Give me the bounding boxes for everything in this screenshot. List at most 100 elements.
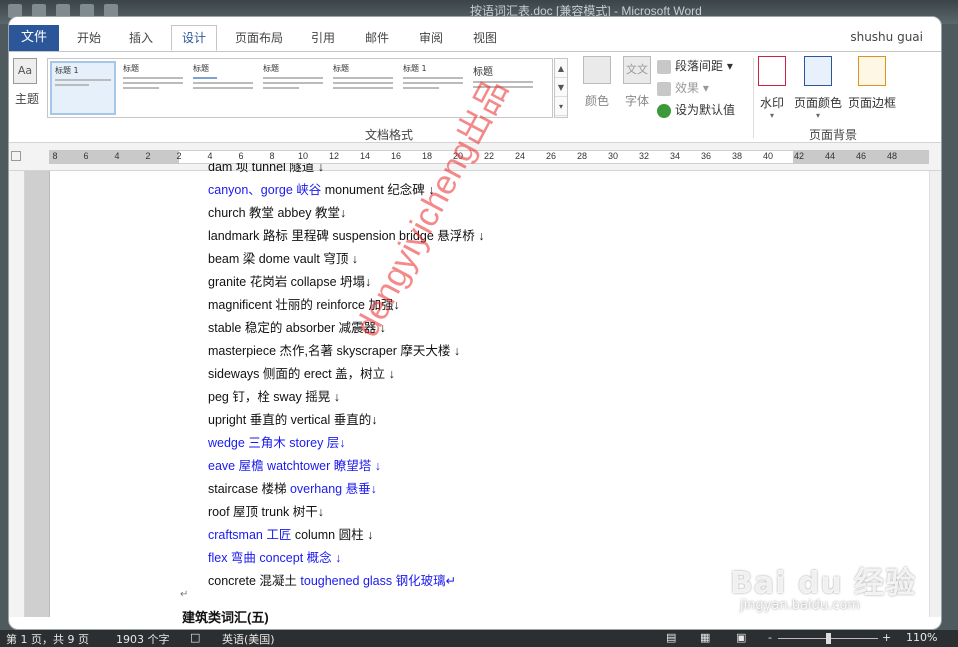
text-line[interactable]: upright 垂直的 vertical 垂直的↓ xyxy=(208,409,808,432)
zoom-out-icon[interactable]: - xyxy=(768,631,772,644)
page-color-button[interactable]: 页面颜色 ▾ xyxy=(793,56,843,120)
dropdown-arrow-icon: ▾ xyxy=(815,111,820,120)
document-content[interactable]: dam 坝 tunnel 隧道 ↓ canyon、gorge 峡谷 monume… xyxy=(208,163,808,593)
text-line[interactable]: beam 梁 dome vault 穹顶 ↓ xyxy=(208,248,808,271)
style-thumb[interactable]: 标题 xyxy=(120,61,186,115)
style-thumb[interactable]: 标题 1 xyxy=(50,61,116,115)
paragraph-spacing-button[interactable]: 段落间距 ▾ xyxy=(657,56,733,76)
paragraph-spacing-icon xyxy=(657,59,671,74)
page-borders-button[interactable]: 页面边框 xyxy=(847,56,897,111)
vertical-scrollbar[interactable] xyxy=(929,171,941,617)
word-count[interactable]: 1903 个字 xyxy=(116,631,170,647)
tab-design[interactable]: 设计 xyxy=(171,25,217,51)
status-bar: 第 1 页，共 9 页 1903 个字 □ 英语(美国) ▤ ▦ ▣ - + 1… xyxy=(0,630,958,647)
gallery-down-icon[interactable]: ▼ xyxy=(555,78,567,97)
ruler-tick-label: 6 xyxy=(238,151,244,161)
section-heading[interactable]: 建筑类词汇(五) xyxy=(182,607,269,626)
text-line[interactable]: masterpiece 杰作,名著 skyscraper 摩天大楼 ↓ xyxy=(208,340,808,363)
read-mode-icon[interactable]: ▤ xyxy=(666,631,676,644)
text-line[interactable]: concrete 混凝土 toughened glass 钢化玻璃↵ xyxy=(208,570,808,593)
web-layout-icon[interactable]: ▣ xyxy=(736,631,746,644)
ruler-tick-label: 26 xyxy=(545,151,556,161)
vertical-ruler xyxy=(9,171,25,617)
effects-button[interactable]: 效果 ▾ xyxy=(657,78,709,98)
language[interactable]: 英语(美国) xyxy=(222,631,275,647)
ruler-tick-label: 32 xyxy=(638,151,649,161)
gallery-scroll[interactable]: ▲ ▼ ▾ xyxy=(554,58,568,118)
page-color-icon xyxy=(804,56,832,86)
effects-icon xyxy=(657,81,671,96)
page-count[interactable]: 第 1 页，共 9 页 xyxy=(6,631,89,647)
text-line[interactable]: stable 稳定的 absorber 减震器 ↓ xyxy=(208,317,808,340)
tab-view[interactable]: 视图 xyxy=(463,25,507,51)
document-page[interactable]: dam 坝 tunnel 隧道 ↓ canyon、gorge 峡谷 monume… xyxy=(49,73,929,625)
ruler-tick-label: 34 xyxy=(669,151,680,161)
gallery-more-icon[interactable]: ▾ xyxy=(555,97,567,116)
themes-button[interactable]: Aa 主题 xyxy=(13,58,41,128)
set-default-button[interactable]: 设为默认值 xyxy=(657,100,735,120)
fonts-icon: 文文 xyxy=(623,56,651,84)
proofing-icon[interactable]: □ xyxy=(190,631,200,644)
text-line[interactable]: wedge 三角木 storey 层↓ xyxy=(208,432,808,455)
paragraph-mark: ↵ xyxy=(180,589,189,600)
text-line[interactable]: canyon、gorge 峡谷 monument 纪念碑 ↓ xyxy=(208,179,808,202)
fonts-button[interactable]: 文文 字体 xyxy=(617,56,657,122)
document-area: dam 坝 tunnel 隧道 ↓ canyon、gorge 峡谷 monume… xyxy=(9,73,941,625)
baidu-url: jingyan.baidu.com xyxy=(740,598,860,613)
style-thumb[interactable]: 标题 xyxy=(190,61,256,115)
colors-icon xyxy=(583,56,611,84)
text-line[interactable]: sideways 侧面的 erect 盖，树立 ↓ xyxy=(208,363,808,386)
tab-home[interactable]: 开始 xyxy=(67,25,111,51)
watermark-icon xyxy=(758,56,786,86)
text-line[interactable]: landmark 路标 里程碑 suspension bridge 悬浮桥 ↓ xyxy=(208,225,808,248)
ruler-tick-label: 4 xyxy=(207,151,213,161)
ruler-tick-label: 30 xyxy=(607,151,618,161)
watermark-button[interactable]: 水印 ▾ xyxy=(757,56,787,120)
colors-button[interactable]: 颜色 xyxy=(577,56,617,122)
ruler-tick-label: 2 xyxy=(176,151,182,161)
ruler-tick-label: 36 xyxy=(700,151,711,161)
text-line[interactable]: craftsman 工匠 column 圆柱 ↓ xyxy=(208,524,808,547)
user-account[interactable]: shushu guai xyxy=(850,30,923,44)
tab-references[interactable]: 引用 xyxy=(301,25,345,51)
gallery-up-icon[interactable]: ▲ xyxy=(555,59,567,78)
ruler-tick-label: 28 xyxy=(576,151,587,161)
ruler-tick-label: 48 xyxy=(886,151,897,161)
zoom-in-icon[interactable]: + xyxy=(882,631,891,644)
text-line[interactable]: magnificent 壮丽的 reinforce 加强↓ xyxy=(208,294,808,317)
text-line[interactable]: flex 弯曲 concept 概念 ↓ xyxy=(208,547,808,570)
ruler-tick-label: 10 xyxy=(297,151,308,161)
style-thumb[interactable]: 标题 xyxy=(330,61,396,115)
tab-selector[interactable] xyxy=(11,151,21,161)
text-line[interactable]: eave 屋檐 watchtower 瞭望塔 ↓ xyxy=(208,455,808,478)
ruler-tick-label: 46 xyxy=(855,151,866,161)
ribbon-tab-bar: 文件 开始 插入 设计 页面布局 引用 邮件 审阅 视图 shushu guai xyxy=(9,17,941,51)
tab-file[interactable]: 文件 xyxy=(9,25,59,51)
text-line[interactable]: staircase 楼梯 overhang 悬垂↓ xyxy=(208,478,808,501)
word-window: 文件 开始 插入 设计 页面布局 引用 邮件 审阅 视图 shushu guai… xyxy=(8,16,942,630)
style-thumb[interactable]: 标题 xyxy=(260,61,326,115)
ruler-tick-label: 16 xyxy=(390,151,401,161)
dropdown-arrow-icon: ▾ xyxy=(769,111,774,120)
themes-label: 主题 xyxy=(14,92,39,106)
text-line[interactable]: church 教堂 abbey 教堂↓ xyxy=(208,202,808,225)
ruler-tick-label: 38 xyxy=(731,151,742,161)
group-label-document-formatting: 文档格式 xyxy=(364,128,413,142)
text-line[interactable]: granite 花岗岩 collapse 坍塌↓ xyxy=(208,271,808,294)
page-borders-icon xyxy=(858,56,886,86)
ruler-tick-label: 4 xyxy=(114,151,120,161)
tab-mailings[interactable]: 邮件 xyxy=(355,25,399,51)
tab-insert[interactable]: 插入 xyxy=(119,25,163,51)
zoom-slider-thumb[interactable] xyxy=(826,633,831,644)
text-line[interactable]: dam 坝 tunnel 隧道 ↓ xyxy=(208,163,808,179)
ruler-tick-label: 12 xyxy=(328,151,339,161)
ruler-tick-label: 8 xyxy=(269,151,275,161)
ruler-tick-label: 8 xyxy=(52,151,58,161)
tab-review[interactable]: 审阅 xyxy=(409,25,453,51)
text-line[interactable]: peg 钉，栓 sway 摇晃 ↓ xyxy=(208,386,808,409)
print-layout-icon[interactable]: ▦ xyxy=(700,631,710,644)
zoom-level[interactable]: 110% xyxy=(906,631,937,644)
tab-page-layout[interactable]: 页面布局 xyxy=(227,25,291,51)
themes-icon: Aa xyxy=(13,58,37,84)
text-line[interactable]: roof 屋顶 trunk 树干↓ xyxy=(208,501,808,524)
